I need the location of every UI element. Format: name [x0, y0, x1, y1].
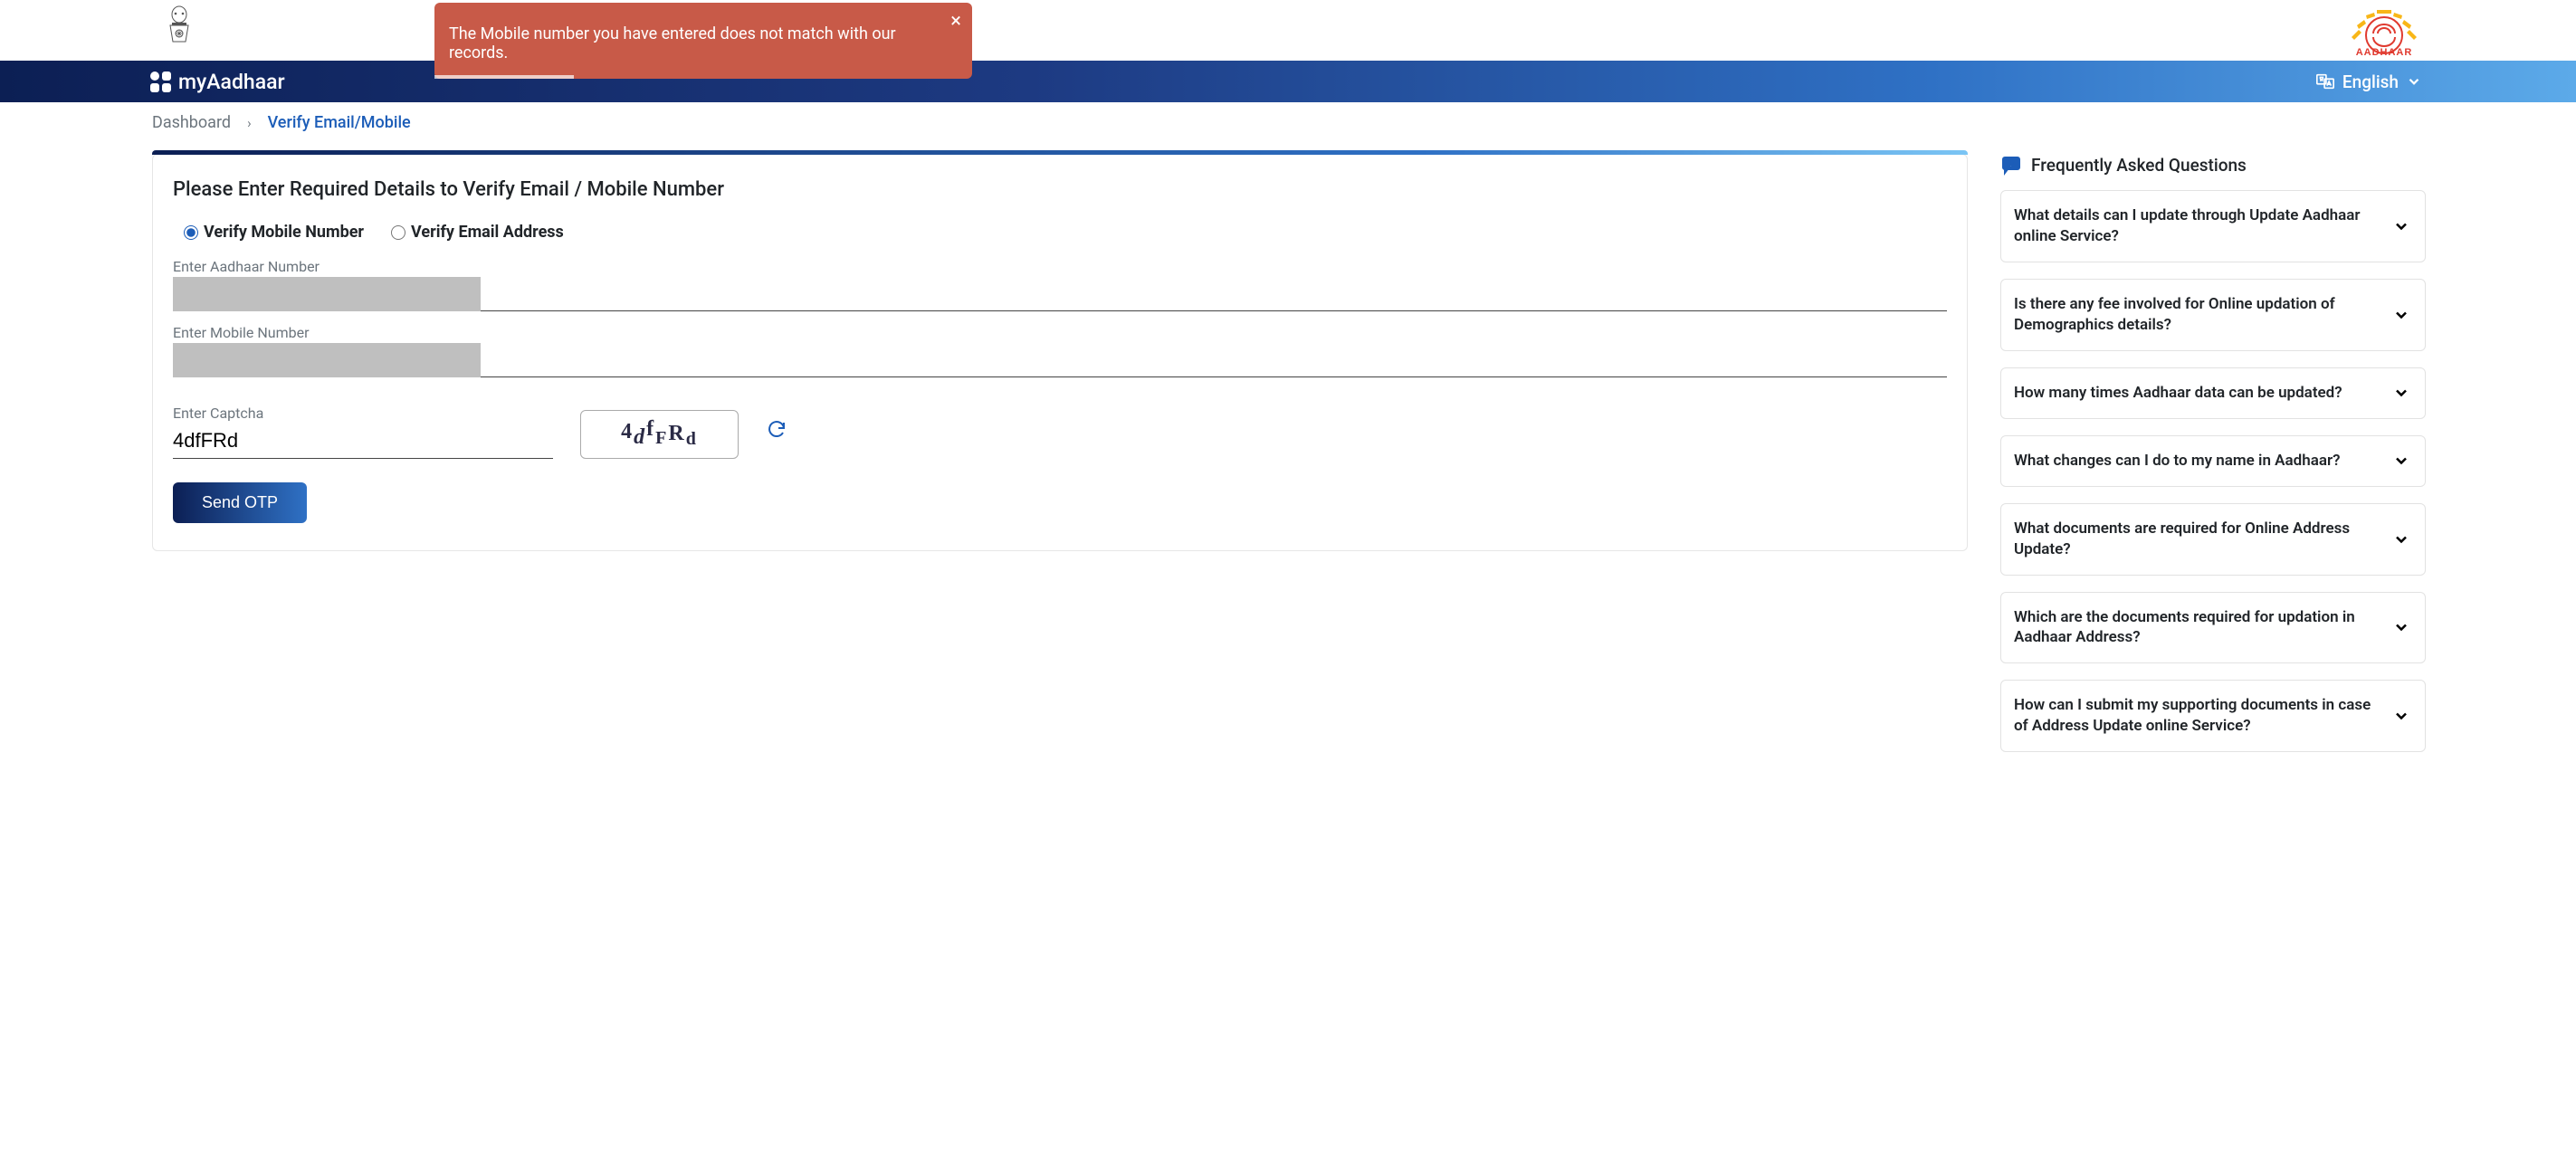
captcha-input[interactable] — [173, 424, 553, 459]
chevron-down-icon — [2392, 306, 2410, 324]
label-captcha: Enter Captcha — [173, 405, 553, 422]
emblem-icon — [164, 5, 195, 45]
govt-emblem — [158, 5, 200, 55]
radio-verify-mobile[interactable]: Verify Mobile Number — [184, 223, 364, 242]
aadhaar-logo: AADHAAR — [2346, 5, 2422, 57]
error-alert: The Mobile number you have entered does … — [434, 3, 972, 79]
grid-icon — [150, 71, 171, 92]
breadcrumb-current: Verify Email/Mobile — [268, 113, 411, 132]
close-icon[interactable]: × — [950, 12, 961, 32]
mobile-input-wrap — [173, 343, 1947, 377]
chevron-down-icon — [2392, 530, 2410, 548]
faq-icon: ? — [2000, 154, 2022, 176]
breadcrumb: Dashboard › Verify Email/Mobile — [0, 102, 2576, 141]
chevron-down-icon — [2392, 452, 2410, 470]
language-selector[interactable]: English — [2315, 71, 2422, 92]
refresh-icon[interactable] — [766, 418, 787, 440]
faq-item-text: What changes can I do to my name in Aadh… — [2014, 452, 2340, 470]
translate-icon — [2315, 71, 2335, 91]
radio-verify-email-label: Verify Email Address — [411, 223, 564, 242]
faq-item-text: Is there any fee involved for Online upd… — [2014, 295, 2335, 334]
svg-text:?: ? — [2009, 159, 2014, 169]
chevron-down-icon — [2392, 618, 2410, 636]
chevron-down-icon — [2406, 73, 2422, 90]
faq-item-text: What documents are required for Online A… — [2014, 519, 2350, 558]
breadcrumb-separator: › — [247, 115, 252, 131]
aadhaar-input-wrap — [173, 277, 1947, 311]
faq-item-text: What details can I update through Update… — [2014, 206, 2361, 245]
faq-item[interactable]: What changes can I do to my name in Aadh… — [2000, 435, 2426, 487]
faq-item-text: How many times Aadhaar data can be updat… — [2014, 384, 2342, 402]
label-mobile: Enter Mobile Number — [173, 324, 1947, 341]
faq-item[interactable]: How can I submit my supporting documents… — [2000, 680, 2426, 752]
svg-text:AADHAAR: AADHAAR — [2356, 47, 2413, 57]
verify-card: Please Enter Required Details to Verify … — [152, 154, 1968, 551]
radio-verify-email-input[interactable] — [391, 225, 405, 240]
aadhaar-logo-icon: AADHAAR — [2346, 5, 2422, 57]
faq-item[interactable]: What details can I update through Update… — [2000, 190, 2426, 262]
radio-verify-mobile-input[interactable] — [184, 225, 198, 240]
card-title: Please Enter Required Details to Verify … — [173, 178, 1947, 201]
faq-column: ? Frequently Asked Questions What detail… — [2000, 154, 2426, 768]
captcha-image: 4dfFRd — [580, 410, 739, 459]
verify-type-radio-group: Verify Mobile Number Verify Email Addres… — [173, 223, 1947, 242]
language-label: English — [2342, 71, 2399, 92]
top-strip: AADHAAR The Mobile number you have enter… — [0, 0, 2576, 61]
alert-text: The Mobile number you have entered does … — [449, 24, 936, 62]
nav-bar: myAadhaar English — [0, 61, 2576, 102]
chevron-down-icon — [2392, 217, 2410, 235]
faq-item[interactable]: What documents are required for Online A… — [2000, 503, 2426, 576]
faq-item-text: Which are the documents required for upd… — [2014, 608, 2355, 647]
faq-title: Frequently Asked Questions — [2031, 155, 2247, 176]
brand-text: myAadhaar — [178, 70, 285, 94]
faq-heading: ? Frequently Asked Questions — [2000, 154, 2426, 176]
faq-item[interactable]: How many times Aadhaar data can be updat… — [2000, 367, 2426, 419]
aadhaar-input-underline[interactable] — [481, 277, 1947, 311]
aadhaar-input-redacted[interactable] — [173, 277, 481, 311]
faq-item[interactable]: Which are the documents required for upd… — [2000, 592, 2426, 664]
mobile-input-redacted[interactable] — [173, 343, 481, 377]
faq-item-text: How can I submit my supporting documents… — [2014, 696, 2371, 735]
card-accent — [152, 150, 1968, 155]
alert-progress — [434, 75, 574, 79]
radio-verify-mobile-label: Verify Mobile Number — [204, 223, 364, 242]
label-aadhaar: Enter Aadhaar Number — [173, 258, 1947, 275]
brand[interactable]: myAadhaar — [150, 70, 285, 94]
mobile-input-underline[interactable] — [481, 343, 1947, 377]
radio-verify-email[interactable]: Verify Email Address — [391, 223, 564, 242]
breadcrumb-root[interactable]: Dashboard — [152, 113, 231, 132]
chevron-down-icon — [2392, 707, 2410, 725]
send-otp-button[interactable]: Send OTP — [173, 482, 307, 523]
faq-item[interactable]: Is there any fee involved for Online upd… — [2000, 279, 2426, 351]
chevron-down-icon — [2392, 384, 2410, 402]
